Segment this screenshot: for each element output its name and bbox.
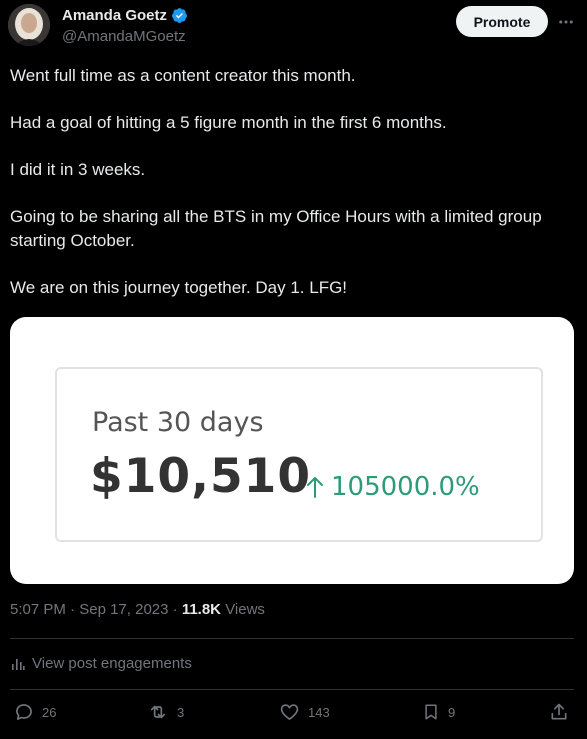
user-handle[interactable]: @AmandaMGoetz <box>62 28 186 45</box>
stat-period-label: Past 30 days <box>92 407 264 438</box>
reply-icon <box>16 704 32 720</box>
post-meta: 5:07 PM · Sep 17, 2023 · 11.8K Views <box>10 601 265 618</box>
more-button[interactable] <box>556 12 576 32</box>
share-icon <box>551 703 567 720</box>
post-paragraph: I did it in 3 weeks. <box>10 160 146 179</box>
stat-value: $10,510 <box>90 449 312 504</box>
views-label: Views <box>225 601 265 618</box>
heart-icon <box>280 704 299 720</box>
post-image[interactable]: Past 30 days $10,510 105000.0% <box>10 317 574 584</box>
revenue-stat-card: Past 30 days $10,510 105000.0% <box>55 367 543 542</box>
stat-change-value: 105000.0% <box>331 472 480 502</box>
arrow-up-icon <box>307 477 323 498</box>
engagements-label: View post engagements <box>32 655 192 672</box>
avatar-photo-icon <box>8 4 50 46</box>
repost-icon <box>150 705 166 719</box>
bookmark-button[interactable]: 9 <box>422 702 455 722</box>
divider <box>10 689 574 690</box>
display-name-text: Amanda Goetz <box>62 7 168 24</box>
more-icon <box>559 20 573 24</box>
post-time[interactable]: 5:07 PM <box>10 601 66 618</box>
like-count: 143 <box>308 704 330 720</box>
avatar[interactable] <box>8 4 50 46</box>
display-name[interactable]: Amanda Goetz <box>62 7 188 24</box>
bookmark-count: 9 <box>448 704 456 720</box>
post-date[interactable]: Sep 17, 2023 <box>79 601 168 618</box>
reply-count: 26 <box>42 704 57 720</box>
stat-change: 105000.0% <box>305 472 480 502</box>
meta-separator: · <box>172 601 178 618</box>
post-paragraph: We are on this journey together. Day 1. … <box>10 278 348 297</box>
like-button[interactable]: 143 <box>279 702 330 722</box>
analytics-icon <box>12 658 25 670</box>
reply-button[interactable]: 26 <box>14 702 56 722</box>
post-header: Amanda Goetz @AmandaMGoetz Promote <box>0 0 587 58</box>
post-paragraph: Went full time as a content creator this… <box>10 66 356 85</box>
view-engagements-link[interactable]: View post engagements <box>10 655 192 672</box>
bookmark-icon <box>425 704 437 720</box>
meta-separator: · <box>70 601 76 618</box>
post-paragraph: Going to be sharing all the BTS in my Of… <box>10 207 542 250</box>
post-paragraph: Had a goal of hitting a 5 figure month i… <box>10 113 447 132</box>
verified-badge-icon[interactable] <box>171 7 188 24</box>
promote-button[interactable]: Promote <box>456 6 548 37</box>
divider <box>10 638 574 639</box>
action-bar: 26 3 143 9 <box>0 700 587 730</box>
repost-button[interactable]: 3 <box>147 702 184 722</box>
repost-count: 3 <box>177 704 185 720</box>
post-text: Went full time as a content creator this… <box>10 64 570 323</box>
share-button[interactable] <box>549 702 569 722</box>
views-count: 11.8K <box>181 601 222 618</box>
